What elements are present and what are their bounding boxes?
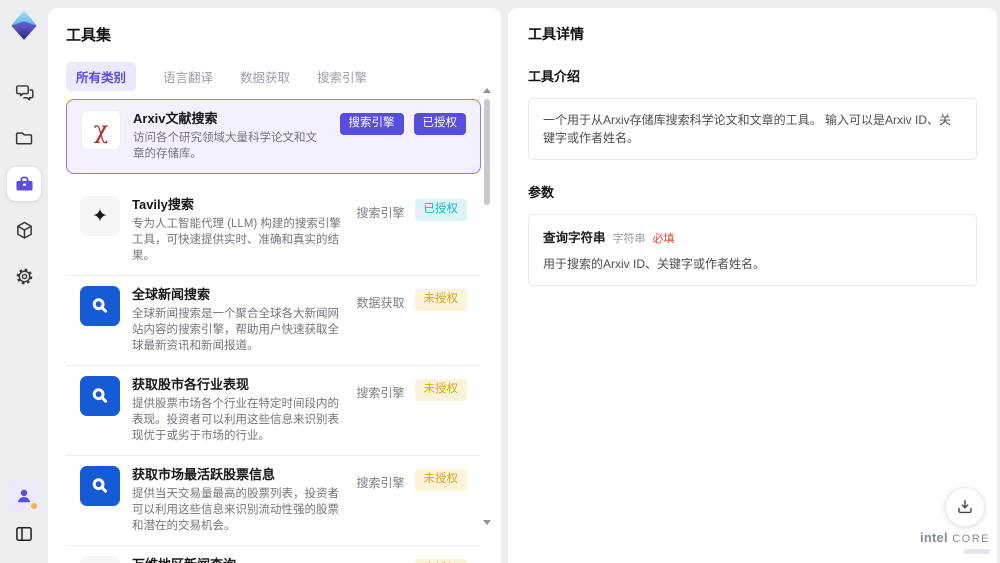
category-badge: 搜索引擎 xyxy=(356,386,405,400)
intro-box: 一个用于从Arxiv存储库搜索科学论文和文章的工具。 输入可以是Arxiv ID… xyxy=(528,98,977,160)
user-avatar[interactable] xyxy=(8,480,40,512)
search-icon xyxy=(80,286,120,326)
parameter-description: 用于搜索的Arxiv ID、关键字或作者姓名。 xyxy=(543,257,766,271)
category-badge: 数据获取 xyxy=(356,296,405,310)
tool-card-0[interactable]: χ Arxiv文献搜索访问各个研究领域大量科学论文和文章的存储库。 搜索引擎 已授权 xyxy=(66,99,481,174)
sidebar-item-tools[interactable] xyxy=(7,167,41,201)
tool-name: 全球新闻搜索 xyxy=(132,287,211,302)
tool-card-body: Arxiv文献搜索访问各个研究领域大量科学论文和文章的存储库。 xyxy=(133,110,328,162)
chat-icon xyxy=(14,82,35,103)
arxiv-icon: χ xyxy=(81,110,121,150)
tool-badges: 搜索引擎 未授权 xyxy=(356,559,467,563)
parameter-name: 查询字符串 xyxy=(543,231,606,245)
user-status-dot xyxy=(31,503,37,509)
search-icon xyxy=(80,376,120,416)
intel-core-logo: intel CORE xyxy=(920,530,990,554)
tool-description: 访问各个研究领域大量科学论文和文章的存储库。 xyxy=(133,132,317,160)
intro-heading: 工具介绍 xyxy=(528,69,581,84)
scroll-up-arrow-icon[interactable] xyxy=(483,88,491,93)
sidebar-rail xyxy=(0,0,48,563)
tool-card-body: 获取股市各行业表现提供股票市场各个行业在特定时间段内的表现。投资者可以利用这些信… xyxy=(132,376,344,444)
tab-category-2[interactable]: 数据获取 xyxy=(240,62,290,91)
tool-card-1[interactable]: ✦ Tavily搜索专为人工智能代理 (LLM) 构建的搜索引擎工具，可快速提供实… xyxy=(66,186,481,276)
download-icon xyxy=(955,497,975,517)
search-icon xyxy=(80,466,120,506)
scroll-down-arrow-icon[interactable] xyxy=(483,520,491,525)
parameter-header-row: 查询字符串 字符串 必填 xyxy=(543,227,962,247)
sidebar-bottom xyxy=(0,480,48,549)
authorized-badge: 已授权 xyxy=(414,199,467,221)
tool-description: 提供股票市场各个行业在特定时间段内的表现。投资者可以利用这些信息来识别表现优于或… xyxy=(132,398,339,442)
unauthorized-badge: 未授权 xyxy=(414,379,467,401)
tool-name: 获取市场最活跃股票信息 xyxy=(132,467,276,482)
unauthorized-badge: 未授权 xyxy=(414,469,467,491)
intro-text: 一个用于从Arxiv存储库搜索科学论文和文章的工具。 输入可以是Arxiv ID… xyxy=(543,113,952,145)
tool-details-panel: 工具详情 工具介绍 一个用于从Arxiv存储库搜索科学论文和文章的工具。 输入可… xyxy=(508,8,997,563)
collapse-sidebar-button[interactable] xyxy=(9,519,39,549)
params-heading: 参数 xyxy=(528,185,555,200)
tab-category-3[interactable]: 搜索引擎 xyxy=(317,62,367,91)
tool-card-2[interactable]: 全球新闻搜索全球新闻搜索是一个聚合全球各大新闻网站内容的搜索引擎，帮助用户快速获… xyxy=(66,276,481,366)
sidebar-item-settings[interactable] xyxy=(7,259,41,293)
category-badge: 搜索引擎 xyxy=(339,113,404,135)
tool-name: Tavily搜索 xyxy=(132,197,194,212)
brand-subtext-bar xyxy=(964,549,990,554)
star-icon: ✦ xyxy=(80,196,120,236)
tool-card-5[interactable]: 万维地区新闻查询查询具体行政区划内的新闻，快速了解各地新闻动态 搜索引擎 未授权 xyxy=(66,546,481,563)
parameter-box-0: 查询字符串 字符串 必填用于搜索的Arxiv ID、关键字或作者姓名。 xyxy=(528,214,977,286)
sidebar-item-files[interactable] xyxy=(7,121,41,155)
tool-list-scrollbar[interactable] xyxy=(483,88,491,525)
sidebar-item-chat[interactable] xyxy=(7,75,41,109)
newspaper-icon xyxy=(80,556,120,563)
tool-description: 全球新闻搜索是一个聚合全球各大新闻网站内容的搜索引擎，帮助用户快速获取全球最新资… xyxy=(132,308,339,352)
parameter-required-flag: 必填 xyxy=(652,233,675,245)
tool-card-body: 万维地区新闻查询查询具体行政区划内的新闻，快速了解各地新闻动态 xyxy=(132,556,344,563)
sidebar-nav xyxy=(7,75,41,293)
tool-description: 专为人工智能代理 (LLM) 构建的搜索引擎工具，可快速提供实时、准确和真实的结… xyxy=(132,218,341,262)
tool-name: 获取股市各行业表现 xyxy=(132,377,250,392)
parameter-type: 字符串 xyxy=(612,233,646,245)
category-badge: 搜索引擎 xyxy=(356,476,405,490)
tools-panel-title: 工具集 xyxy=(66,27,112,44)
unauthorized-badge: 未授权 xyxy=(414,289,467,311)
tool-card-body: Tavily搜索专为人工智能代理 (LLM) 构建的搜索引擎工具，可快速提供实时… xyxy=(132,196,344,264)
tool-badges: 搜索引擎 已授权 xyxy=(356,199,467,264)
tool-card-body: 获取市场最活跃股票信息提供当天交易量最高的股票列表，投资者可以利用这些信息来识别… xyxy=(132,466,344,534)
sidebar-item-packages[interactable] xyxy=(7,213,41,247)
tool-description: 提供当天交易量最高的股票列表，投资者可以利用这些信息来识别流动性强的股票和潜在的… xyxy=(132,488,339,532)
category-tabs: 所有类别 语言翻译 数据获取 搜索引擎 xyxy=(66,62,501,91)
unauthorized-badge: 未授权 xyxy=(414,559,467,563)
tab-category-1[interactable]: 语言翻译 xyxy=(163,62,213,91)
tools-panel: 工具集 所有类别 语言翻译 数据获取 搜索引擎 χ Arxiv文献搜索 访问各个研究领域大… xyxy=(48,8,501,563)
parameter-list: 查询字符串 字符串 必填用于搜索的Arxiv ID、关键字或作者姓名。 xyxy=(528,214,977,286)
tool-name: 万维地区新闻查询 xyxy=(132,556,344,563)
tool-name: Arxiv文献搜索 xyxy=(133,111,218,126)
folder-icon xyxy=(14,128,35,149)
tool-card-4[interactable]: 获取市场最活跃股票信息提供当天交易量最高的股票列表，投资者可以利用这些信息来识别… xyxy=(66,456,481,546)
tool-badges: 数据获取 未授权 xyxy=(356,289,467,354)
category-badge: 搜索引擎 xyxy=(356,559,404,563)
toolbox-icon xyxy=(14,174,35,195)
gear-icon xyxy=(14,266,35,287)
details-title: 工具详情 xyxy=(528,26,584,42)
category-badge: 搜索引擎 xyxy=(356,206,405,220)
app-logo-icon xyxy=(9,9,39,41)
brand-core-text: CORE xyxy=(952,533,990,545)
authorized-badge: 已授权 xyxy=(413,113,466,135)
scrollbar-thumb[interactable] xyxy=(484,99,490,205)
cube-icon xyxy=(14,220,35,241)
tool-badges: 搜索引擎未授权 xyxy=(356,379,467,444)
tool-card-3[interactable]: 获取股市各行业表现提供股票市场各个行业在特定时间段内的表现。投资者可以利用这些信… xyxy=(66,366,481,456)
brand-intel-text: intel xyxy=(920,530,948,545)
panel-layout-icon xyxy=(14,524,34,544)
tool-badges: 搜索引擎未授权 xyxy=(356,469,467,534)
tab-category-0[interactable]: 所有类别 xyxy=(66,62,137,91)
tool-badges: 搜索引擎 已授权 xyxy=(339,113,466,162)
download-button[interactable] xyxy=(945,487,985,527)
tool-list: χ Arxiv文献搜索 访问各个研究领域大量科学论文和文章的存储库。 搜索引擎 已授权 ✦… xyxy=(66,99,481,563)
tool-card-body: 全球新闻搜索全球新闻搜索是一个聚合全球各大新闻网站内容的搜索引擎，帮助用户快速获… xyxy=(132,286,344,354)
